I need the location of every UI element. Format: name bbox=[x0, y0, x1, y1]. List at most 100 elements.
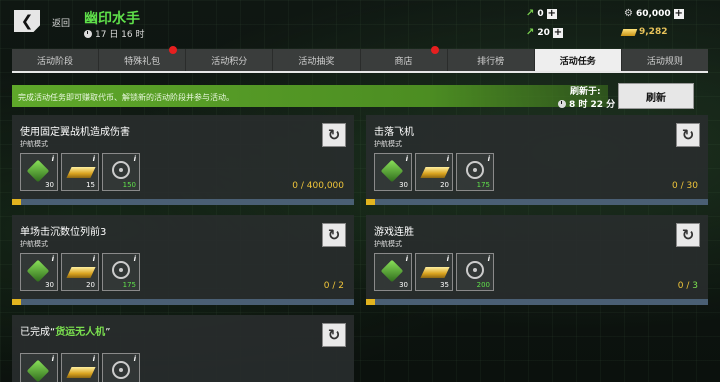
mission-progress-text: 0 / 30 bbox=[672, 181, 698, 191]
info-icon: i bbox=[92, 155, 95, 163]
notification-dot bbox=[169, 46, 178, 54]
gold-bar-icon bbox=[66, 267, 96, 278]
reward-dart[interactable]: i bbox=[20, 353, 58, 382]
reward-gear[interactable]: i 150 bbox=[102, 153, 140, 191]
reward-gold[interactable]: i 35 bbox=[415, 253, 453, 291]
mission-mode: 护航模式 bbox=[374, 240, 402, 248]
swap-mission-button[interactable]: ↻ bbox=[676, 123, 700, 147]
tab-special-packs[interactable]: 特殊礼包 bbox=[99, 46, 187, 71]
swap-mission-button[interactable]: ↻ bbox=[322, 223, 346, 247]
swap-mission-button[interactable]: ↻ bbox=[676, 223, 700, 247]
refresh-button[interactable]: 刷新 bbox=[618, 83, 694, 109]
resource-gold-value: 9,282 bbox=[639, 27, 668, 37]
mission-card: 击落飞机 护航模式 ↻ i 30 i 20 i 175 0 / 30 bbox=[366, 115, 708, 205]
gold-bar-icon bbox=[620, 28, 638, 36]
add-darts-button[interactable]: + bbox=[546, 8, 557, 19]
reward-gear[interactable]: i 175 bbox=[456, 153, 494, 191]
mission-title: 击落飞机 bbox=[374, 127, 414, 138]
dart-icon: ↗ bbox=[526, 27, 535, 38]
reward-dart[interactable]: i 30 bbox=[374, 153, 412, 191]
info-icon: i bbox=[133, 255, 136, 263]
reward-gear[interactable]: i 175 bbox=[102, 253, 140, 291]
chevron-left-icon: ❮ bbox=[20, 11, 34, 30]
reward-dart[interactable]: i 30 bbox=[374, 253, 412, 291]
gear-icon bbox=[466, 261, 484, 279]
info-icon: i bbox=[92, 255, 95, 263]
reward-gold[interactable]: i 15 bbox=[61, 153, 99, 191]
tab-event-rules[interactable]: 活动规则 bbox=[622, 49, 708, 71]
mission-progress-text: 0 / 3 bbox=[677, 281, 698, 291]
mission-card: 游戏连胜 护航模式 ↻ i 30 i 35 i 200 0 / 3 bbox=[366, 215, 708, 305]
info-icon: i bbox=[51, 155, 54, 163]
info-icon: i bbox=[487, 255, 490, 263]
info-icon: i bbox=[405, 155, 408, 163]
dart-icon bbox=[380, 259, 404, 283]
mission-title: 游戏连胜 bbox=[374, 227, 414, 238]
dart-icon bbox=[26, 359, 50, 382]
swap-icon: ↻ bbox=[681, 225, 695, 244]
swap-mission-button[interactable]: ↻ bbox=[322, 323, 346, 347]
reward-list: i i i bbox=[20, 353, 140, 382]
event-date: 17 日 16 时 bbox=[84, 27, 145, 40]
swap-mission-button[interactable]: ↻ bbox=[322, 123, 346, 147]
mission-progress-text: 0 / 2 bbox=[323, 281, 344, 291]
dart-icon bbox=[380, 159, 404, 183]
clock-icon bbox=[558, 99, 566, 108]
notification-dot bbox=[430, 46, 439, 54]
mission-mode: 护航模式 bbox=[20, 140, 48, 148]
reward-gear[interactable]: i 200 bbox=[456, 253, 494, 291]
gold-bar-icon bbox=[420, 167, 450, 178]
tab-bar: 活动阶段 特殊礼包 活动积分 活动抽奖 商店 排行榜 活动任务 活动规则 bbox=[12, 46, 708, 73]
progress-fill bbox=[366, 299, 375, 305]
info-icon: i bbox=[446, 155, 449, 163]
progress-fill bbox=[366, 199, 375, 205]
reward-list: i 30 i 35 i 200 bbox=[374, 253, 494, 291]
tab-shop[interactable]: 商店 bbox=[361, 46, 448, 71]
info-icon: i bbox=[133, 355, 136, 363]
info-icon: i bbox=[51, 355, 54, 363]
tab-event-lottery[interactable]: 活动抽奖 bbox=[273, 49, 361, 71]
tab-event-points[interactable]: 活动积分 bbox=[186, 49, 274, 71]
refresh-label: 刷新于: bbox=[570, 87, 601, 97]
gold-bar-icon bbox=[66, 367, 96, 378]
dart-icon bbox=[26, 259, 50, 283]
tab-leaderboard[interactable]: 排行榜 bbox=[448, 49, 535, 71]
reward-list: i 30 i 20 i 175 bbox=[20, 253, 140, 291]
mission-title: 单场击沉数位列前3 bbox=[20, 227, 107, 238]
info-icon: i bbox=[487, 155, 490, 163]
mission-progress-text: 0 / 400,000 bbox=[292, 181, 344, 191]
event-title: 幽印水手 bbox=[84, 11, 140, 27]
info-icon: i bbox=[51, 255, 54, 263]
reward-gear[interactable]: i bbox=[102, 353, 140, 382]
gear-icon bbox=[466, 161, 484, 179]
clock-icon bbox=[84, 29, 92, 38]
tab-event-missions[interactable]: 活动任务 bbox=[534, 49, 622, 71]
gear-icon bbox=[112, 261, 130, 279]
back-button[interactable]: ❮ bbox=[14, 10, 40, 32]
event-date-text: 17 日 16 时 bbox=[95, 30, 145, 40]
mission-mode: 护航模式 bbox=[374, 140, 402, 148]
mission-progress-bar bbox=[366, 199, 708, 205]
add-darts2-button[interactable]: + bbox=[552, 27, 563, 38]
reward-gold[interactable]: i 20 bbox=[61, 253, 99, 291]
add-gears-button[interactable]: + bbox=[673, 8, 684, 19]
reward-list: i 30 i 20 i 175 bbox=[374, 153, 494, 191]
swap-icon: ↻ bbox=[681, 125, 695, 144]
reward-gold[interactable]: i bbox=[61, 353, 99, 382]
reward-dart[interactable]: i 30 bbox=[20, 153, 58, 191]
mission-card: 单场击沉数位列前3 护航模式 ↻ i 30 i 20 i 175 0 / 2 bbox=[12, 215, 354, 305]
resource-gears-value: 60,000 bbox=[635, 8, 671, 19]
reward-gold[interactable]: i 20 bbox=[415, 153, 453, 191]
back-label[interactable]: 返回 bbox=[52, 16, 70, 29]
info-icon: i bbox=[446, 255, 449, 263]
reward-dart[interactable]: i 30 bbox=[20, 253, 58, 291]
resource-darts: ↗ 0 + bbox=[526, 8, 557, 19]
tab-event-stages[interactable]: 活动阶段 bbox=[12, 49, 100, 71]
info-icon: i bbox=[405, 255, 408, 263]
resource-gears: ⚙ 60,000 + bbox=[624, 8, 684, 19]
swap-icon: ↻ bbox=[327, 325, 341, 344]
refresh-time-text: 8 时 22 分 bbox=[569, 100, 616, 110]
mission-info-banner: 完成活动任务即可赚取代币、解锁新的活动阶段并参与活动。 bbox=[12, 85, 608, 107]
mission-card: 使用固定翼战机造成伤害 护航模式 ↻ i 30 i 15 i 150 0 / 400,… bbox=[12, 115, 354, 205]
mission-progress-bar bbox=[12, 199, 354, 205]
